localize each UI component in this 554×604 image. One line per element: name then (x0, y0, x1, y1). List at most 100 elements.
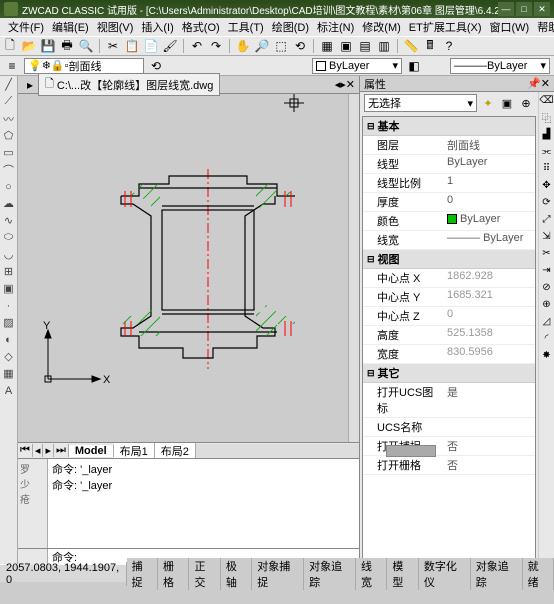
property-category[interactable]: 基本 (363, 117, 535, 136)
menu-draw[interactable]: 绘图(D) (268, 19, 313, 35)
break-icon[interactable]: ⊘ (539, 279, 554, 296)
property-row[interactable]: 线宽——— ByLayer (363, 231, 535, 250)
color-combo[interactable]: ByLayer▾ (312, 58, 402, 74)
status-snap[interactable]: 捕捉 (127, 558, 158, 590)
panel-pin-icon[interactable]: 📌 (527, 77, 541, 90)
move-icon[interactable]: ✥ (539, 177, 554, 194)
tb-icon-3[interactable]: ▤ (357, 38, 373, 54)
zoom-prev-icon[interactable]: ⟲ (292, 38, 308, 54)
matchprop-icon[interactable]: 🖌 (162, 38, 178, 54)
tb-icon-2[interactable]: ▣ (338, 38, 354, 54)
property-category[interactable]: 其它 (363, 364, 535, 383)
status-model[interactable]: 模型 (387, 558, 418, 590)
select-icon[interactable]: ▣ (499, 95, 515, 111)
tab-menu-icon[interactable]: ▸ (22, 77, 38, 93)
extend-icon[interactable]: ⇥ (539, 262, 554, 279)
menu-view[interactable]: 视图(V) (93, 19, 138, 35)
offset-icon[interactable]: ⫘ (539, 143, 554, 160)
rect-icon[interactable]: ▭ (0, 144, 17, 161)
status-polar[interactable]: 极轴 (221, 558, 252, 590)
status-otrack[interactable]: 对象追踪 (304, 558, 356, 590)
circle-icon[interactable]: ○ (0, 178, 17, 195)
property-row[interactable]: UCS名称 (363, 418, 535, 437)
close-button[interactable]: ✕ (534, 2, 550, 16)
ellipsearc-icon[interactable]: ◡ (0, 246, 17, 263)
tab-last-icon[interactable]: ⏭ (54, 444, 69, 457)
point-icon[interactable]: · (0, 297, 17, 314)
layer-manager-icon[interactable]: ≡ (4, 58, 20, 74)
property-row[interactable]: 线型ByLayer (363, 155, 535, 174)
panel-close-icon[interactable]: ✕ (541, 77, 550, 90)
stretch-icon[interactable]: ⇲ (539, 228, 554, 245)
table-icon[interactable]: ▦ (0, 365, 17, 382)
undo-icon[interactable]: ↶ (189, 38, 205, 54)
revcloud-icon[interactable]: ☁ (0, 195, 17, 212)
explode-icon[interactable]: ✸ (539, 347, 554, 364)
status-tablet[interactable]: 数字化仪 (419, 558, 471, 590)
mirror-icon[interactable]: ▟ (539, 126, 554, 143)
gradient-icon[interactable]: ◐ (0, 331, 17, 348)
scale-icon[interactable]: ⤢ (539, 211, 554, 228)
copy-icon[interactable]: 📋 (124, 38, 140, 54)
redo-icon[interactable]: ↷ (208, 38, 224, 54)
cut-icon[interactable]: ✂ (105, 38, 121, 54)
color-icon[interactable]: ◧ (406, 58, 422, 74)
menu-dim[interactable]: 标注(N) (313, 19, 358, 35)
polygon-icon[interactable]: ⬠ (0, 127, 17, 144)
xline-icon[interactable]: ⟋ (0, 93, 17, 110)
property-row[interactable]: 厚度0 (363, 193, 535, 212)
text-icon[interactable]: A (0, 382, 17, 399)
document-tab[interactable]: 🗋C:\...改【轮廓线】图层线宽.dwg (38, 73, 220, 96)
tab-model[interactable]: Model (69, 445, 114, 457)
menu-file[interactable]: 文件(F) (4, 19, 48, 35)
preview-icon[interactable]: 🔍 (78, 38, 94, 54)
menu-tools[interactable]: 工具(T) (224, 19, 268, 35)
menu-insert[interactable]: 插入(I) (137, 19, 177, 35)
tb-icon-4[interactable]: ▥ (376, 38, 392, 54)
pickadd-icon[interactable]: ⊕ (518, 95, 534, 111)
tab-layout1[interactable]: 布局1 (114, 443, 155, 459)
linetype-combo[interactable]: ——— ByLayer▾ (450, 58, 550, 74)
property-row[interactable]: 中心点 Z0 (363, 307, 535, 326)
property-row[interactable]: 线型比例1 (363, 174, 535, 193)
help-icon[interactable]: ? (441, 38, 457, 54)
status-lwt[interactable]: 线宽 (356, 558, 387, 590)
property-row[interactable]: 打开栅格否 (363, 456, 535, 475)
zoom-window-icon[interactable]: ⬚ (273, 38, 289, 54)
property-row[interactable]: 中心点 X1862.928 (363, 269, 535, 288)
property-category[interactable]: 视图 (363, 250, 535, 269)
menu-et[interactable]: ET扩展工具(X) (405, 19, 486, 35)
hatch-icon[interactable]: ▨ (0, 314, 17, 331)
pline-icon[interactable]: 〰 (0, 110, 17, 127)
chamfer-icon[interactable]: ◿ (539, 313, 554, 330)
property-row[interactable]: 颜色ByLayer (363, 212, 535, 231)
menu-modify[interactable]: 修改(M) (358, 19, 405, 35)
trim-icon[interactable]: ✂ (539, 245, 554, 262)
fillet-icon[interactable]: ◜ (539, 330, 554, 347)
insert-icon[interactable]: ⊞ (0, 263, 17, 280)
paste-icon[interactable]: 📄 (143, 38, 159, 54)
status-ortho[interactable]: 正交 (189, 558, 220, 590)
arc-icon[interactable]: ⌒ (0, 161, 17, 178)
calc-icon[interactable]: 🖩 (422, 38, 438, 54)
menu-window[interactable]: 窗口(W) (486, 19, 534, 35)
menu-edit[interactable]: 编辑(E) (48, 19, 93, 35)
new-icon[interactable]: 🗋 (2, 38, 18, 54)
horizontal-scrollbar[interactable] (196, 444, 359, 458)
copy2-icon[interactable]: ⿻ (539, 109, 554, 126)
block-icon[interactable]: ▣ (0, 280, 17, 297)
array-icon[interactable]: ⠿ (539, 160, 554, 177)
property-row[interactable]: 打开UCS图标是 (363, 383, 535, 418)
pan-icon[interactable]: ✋ (235, 38, 251, 54)
layer-combo[interactable]: 💡❄🔒▫ 剖面线 (24, 58, 144, 74)
dist-icon[interactable]: 📏 (403, 38, 419, 54)
tab-prev-icon[interactable]: ◂ (33, 444, 44, 457)
line-icon[interactable]: ╱ (0, 76, 17, 93)
tab-first-icon[interactable]: ⏮ (18, 444, 33, 457)
minimize-button[interactable]: — (498, 2, 514, 16)
region-icon[interactable]: ◇ (0, 348, 17, 365)
status-otrack2[interactable]: 对象追踪 (471, 558, 523, 590)
status-grid[interactable]: 栅格 (158, 558, 189, 590)
ellipse-icon[interactable]: ⬭ (0, 229, 17, 246)
join-icon[interactable]: ⊕ (539, 296, 554, 313)
